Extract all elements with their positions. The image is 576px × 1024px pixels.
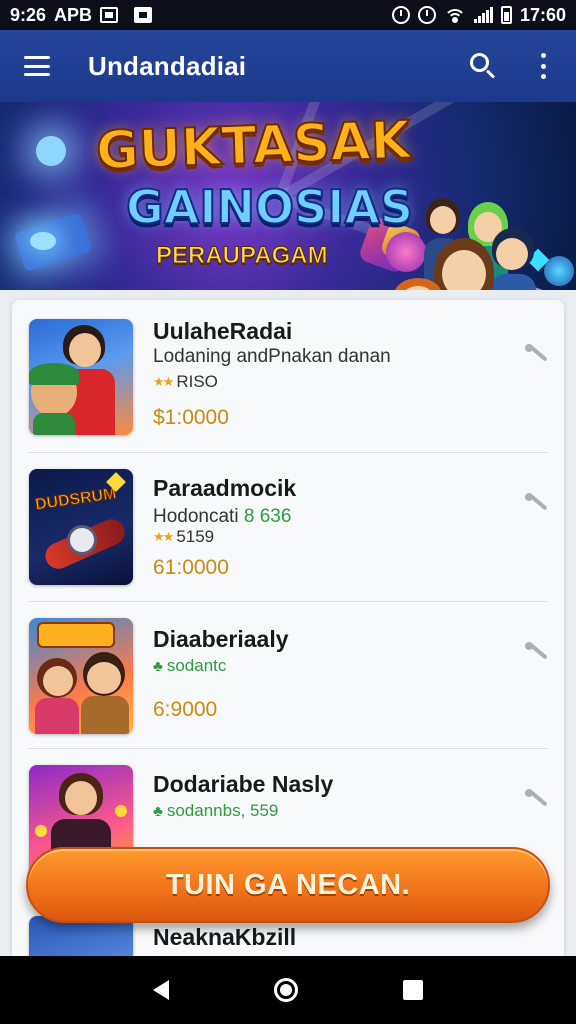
status-bar: 9:26 APB 17:60 xyxy=(0,0,576,30)
item-rating-text: 5159 xyxy=(176,527,215,546)
cta-label: TUIN GA NECAN. xyxy=(165,868,411,901)
item-rating: ★★ RISO xyxy=(153,372,218,392)
spotlight-glow-top xyxy=(36,136,66,166)
item-title: UulaheRadai xyxy=(153,318,293,344)
stars-icon: ★★ xyxy=(153,529,174,544)
screenshot-icon xyxy=(100,7,119,23)
status-app-label: APB xyxy=(54,4,93,25)
item-price: 61:0000 xyxy=(153,556,229,579)
list-item[interactable]: Diaaberiaaly ♣ sodantc 6:9000 xyxy=(12,602,564,749)
status-time-left: 9:26 xyxy=(10,4,47,25)
item-rating: ♣ sodantc xyxy=(153,656,226,676)
recents-icon[interactable] xyxy=(403,980,424,1000)
banner-title-line2: GAINOSIAS xyxy=(125,179,414,235)
item-rating: ★★ 5159 xyxy=(153,527,214,547)
item-title: NeaknaKbzill xyxy=(153,924,297,950)
pin-icon[interactable] xyxy=(524,785,550,811)
signal-icon xyxy=(473,7,493,23)
battery-icon xyxy=(500,6,512,24)
status-right: 17:60 xyxy=(391,4,566,26)
app-title: Undandadiai xyxy=(88,50,247,81)
item-rating-text: RISO xyxy=(176,372,218,391)
back-icon[interactable] xyxy=(152,980,169,1000)
game-thumbnail xyxy=(29,319,133,435)
item-rating-text: sodannbs, 559 xyxy=(166,801,279,820)
item-subtitle-accent: 8 636 xyxy=(243,506,292,527)
item-subtitle: Lodaning andPnakan danan xyxy=(153,346,391,367)
game-thumbnail xyxy=(29,618,133,734)
item-price: 6:9000 xyxy=(153,698,218,721)
pin-icon[interactable] xyxy=(524,340,550,366)
pin-icon[interactable] xyxy=(524,638,550,664)
list-item[interactable]: UulaheRadai Lodaning andPnakan danan ★★ … xyxy=(12,300,564,453)
item-title: Dodariabe Nasly xyxy=(153,771,334,797)
item-subtitle-text: Hodoncati xyxy=(153,506,239,527)
item-price: $1:0000 xyxy=(153,406,229,429)
wifi-icon xyxy=(443,7,466,23)
game-thumbnail: DUDSRUM xyxy=(29,469,133,585)
banner-subtitle: PERAUPAGAM xyxy=(156,242,329,270)
list-item[interactable]: DUDSRUM Paraadmocik Hodoncati 8 636 ★★ 5… xyxy=(12,453,564,602)
alarm-icon xyxy=(391,6,410,24)
search-icon[interactable] xyxy=(468,51,498,81)
notification-icon xyxy=(134,7,153,23)
status-left: 9:26 APB xyxy=(10,4,153,26)
item-rating: ♣ sodannbs, 559 xyxy=(153,801,278,821)
item-title: Paraadmocik xyxy=(153,475,297,501)
cta-button[interactable]: TUIN GA NECAN. xyxy=(26,847,550,923)
promo-banner[interactable]: GUKTASAK GAINOSIAS PERAUPAGAM xyxy=(0,102,576,290)
more-vert-icon[interactable] xyxy=(538,53,548,79)
menu-icon[interactable] xyxy=(24,56,50,76)
banner-title-line1: GUKTASAK xyxy=(94,110,413,183)
leaf-icon: ♣ xyxy=(153,657,163,675)
character-boy-orange xyxy=(392,278,444,290)
system-nav-bar xyxy=(0,956,576,1024)
orb-icon xyxy=(544,256,574,286)
home-icon[interactable] xyxy=(273,978,298,1002)
stars-icon: ★★ xyxy=(153,374,174,389)
alarm-icon-2 xyxy=(417,6,436,24)
leaf-icon: ♣ xyxy=(153,802,163,820)
spotlight-glow xyxy=(30,232,56,250)
item-rating-text: sodantc xyxy=(166,656,227,675)
status-time-right: 17:60 xyxy=(519,4,566,25)
item-title: Diaaberiaaly xyxy=(153,626,289,652)
pin-icon[interactable] xyxy=(524,489,550,515)
app-bar: Undandadiai xyxy=(0,30,576,102)
item-subtitle: Hodoncati 8 636 xyxy=(153,506,291,528)
